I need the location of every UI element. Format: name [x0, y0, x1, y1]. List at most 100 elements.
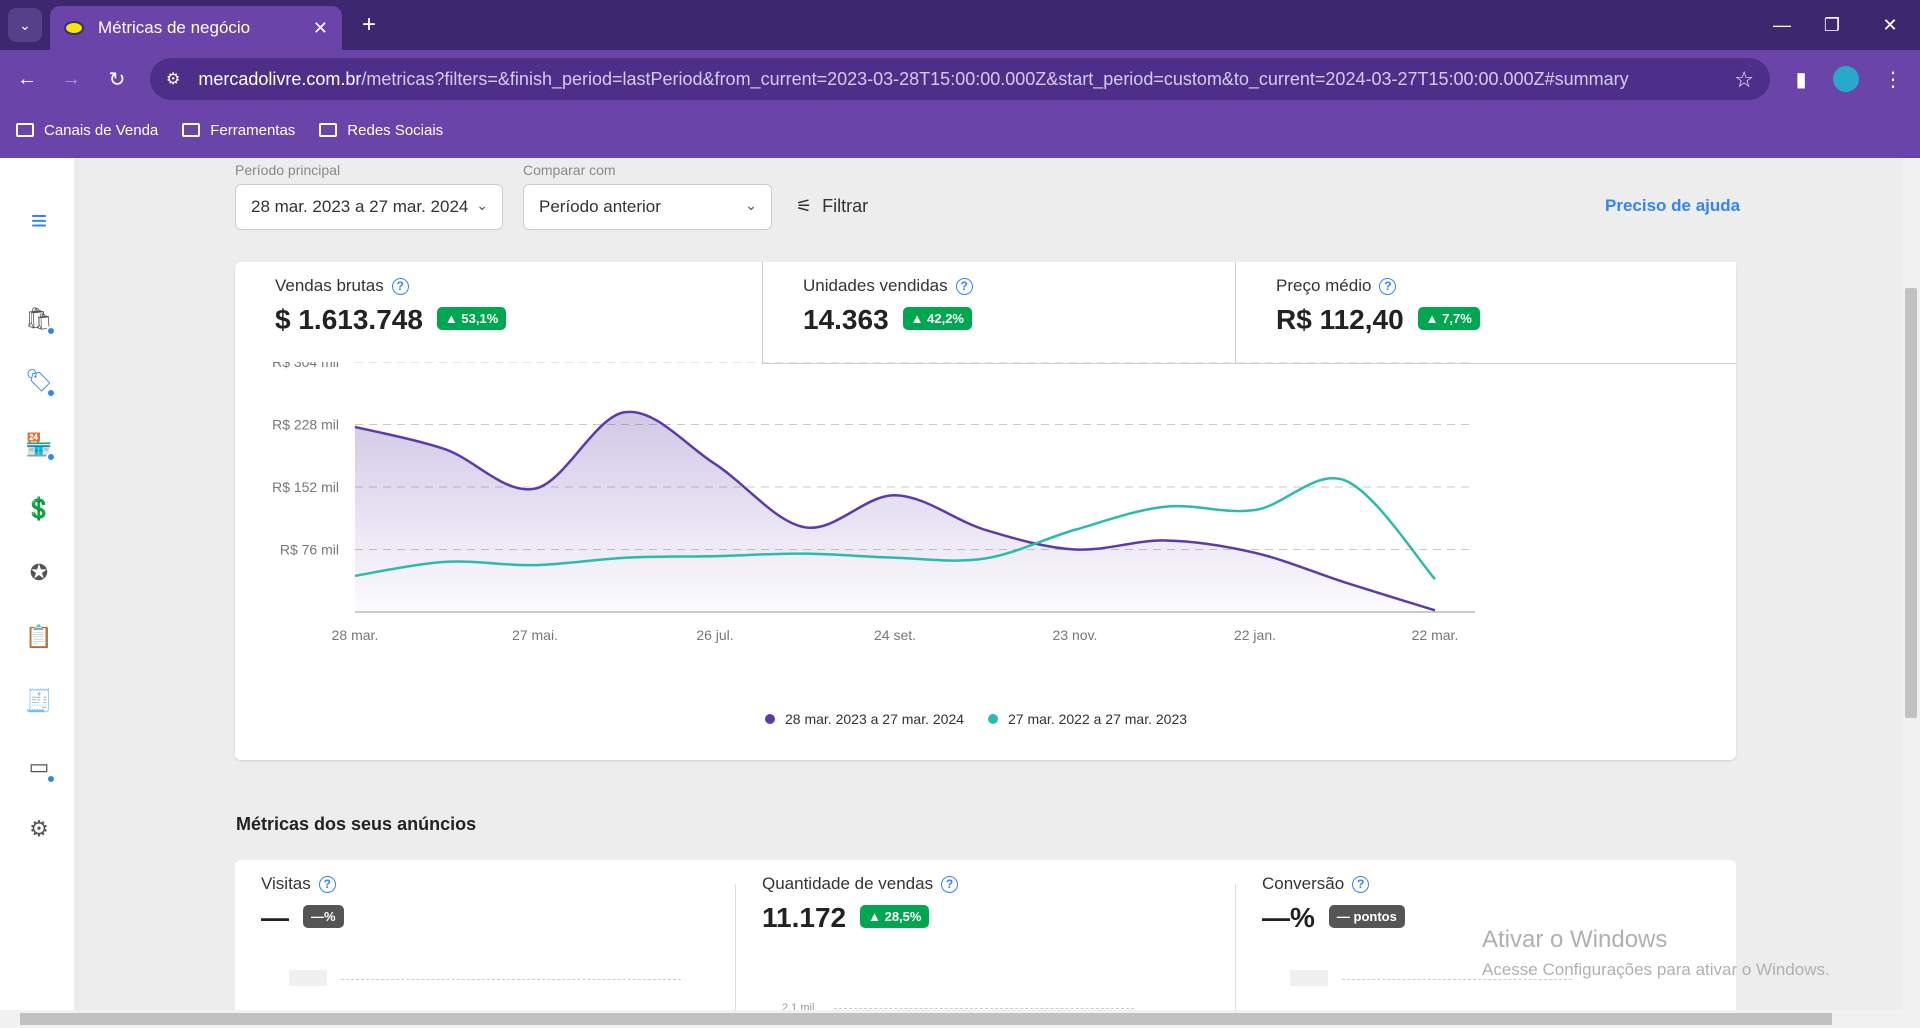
vertical-scroll-thumb[interactable] [1905, 288, 1917, 718]
forward-button[interactable]: → [52, 60, 90, 98]
notification-dot [46, 774, 56, 784]
back-button[interactable]: ← [8, 60, 46, 98]
minimize-button[interactable]: — [1762, 10, 1802, 40]
help-question-icon[interactable]: ? [318, 875, 336, 893]
main-period-label: Período principal [235, 162, 341, 178]
compare-select[interactable]: Período anterior ⌄ [523, 184, 772, 230]
main-period-select[interactable]: 28 mar. 2023 a 27 mar. 2024 ⌄ [235, 184, 503, 230]
x-tick-label: 22 jan. [1234, 627, 1276, 643]
metric-visitas[interactable]: Visitas? — —% [235, 860, 735, 1028]
metric-vendas-brutas[interactable]: Vendas brutas? $ 1.613.748 ▲ 53,1% [235, 262, 763, 364]
metric-label: Conversão [1262, 874, 1345, 893]
x-tick-label: 28 mar. [332, 627, 379, 643]
legend-dot [765, 714, 775, 724]
x-tick-label: 23 nov. [1053, 627, 1098, 643]
metric-conversao[interactable]: Conversão? —% — pontos [1235, 874, 1736, 1028]
change-badge: ▲ 53,1% [436, 307, 507, 331]
bookmark-star-icon[interactable]: ☆ [1734, 67, 1754, 93]
bookmark-canais-de-venda[interactable]: Canais de Venda [16, 122, 158, 139]
tag-icon[interactable]: 🏷 [24, 366, 56, 398]
reload-button[interactable]: ↻ [98, 60, 136, 98]
change-badge: —% [303, 905, 344, 929]
tab-title: Métricas de negócio [98, 18, 251, 37]
store-icon[interactable]: 🏪 [24, 430, 56, 462]
shopping-bag-icon[interactable]: 🛍 [24, 304, 56, 336]
change-badge: ▲ 7,7% [1417, 307, 1480, 331]
help-question-icon[interactable]: ? [391, 277, 409, 295]
money-hand-icon[interactable]: 💲 [24, 494, 54, 524]
bookmarks-bar: Canais de Venda Ferramentas Redes Sociai… [0, 110, 467, 150]
windows-watermark-text: Acesse Configurações para ativar o Windo… [1482, 960, 1830, 979]
close-window-button[interactable]: ✕ [1870, 10, 1910, 40]
sliders-icon: ⚟ [796, 196, 813, 216]
browser-tab-bar: ⌄ Métricas de negócio ✕ + — ❐ ✕ [0, 0, 1920, 50]
vertical-scrollbar[interactable] [1902, 158, 1920, 1010]
help-question-icon[interactable]: ? [1352, 875, 1370, 893]
profile-avatar[interactable] [1833, 66, 1859, 92]
tab-search-button[interactable]: ⌄ [8, 8, 42, 42]
metric-value: — [261, 902, 289, 933]
new-tab-button[interactable]: + [352, 8, 386, 42]
windows-watermark-title: Ativar o Windows [1482, 926, 1668, 953]
close-tab-icon[interactable]: ✕ [313, 18, 328, 39]
menu-icon[interactable]: ⋮ [1874, 60, 1912, 98]
notification-dot [46, 452, 56, 462]
metric-label: Preço médio [1276, 276, 1372, 295]
filter-button[interactable]: ⚟ Filtrar [796, 196, 868, 217]
compare-label: Comparar com [523, 162, 616, 178]
folder-icon [16, 123, 34, 137]
browser-tab[interactable]: Métricas de negócio ✕ [50, 6, 342, 50]
sales-area-chart[interactable]: R$ 304 mil R$ 228 mil R$ 152 mil R$ 76 mil 2… [235, 362, 1736, 702]
settings-gear-icon[interactable]: ⚙ [24, 814, 54, 844]
legend-item-previous[interactable]: 27 mar. 2022 a 27 mar. 2023 [988, 711, 1187, 727]
chart-placeholder [289, 970, 327, 986]
bookmark-redes-sociais[interactable]: Redes Sociais [319, 122, 443, 139]
legend-dot [988, 714, 999, 724]
browser-toolbar: ← → ↻ ⚙ mercadolivre.com.br/metricas?fil… [0, 50, 1920, 158]
bookmark-ferramentas[interactable]: Ferramentas [182, 122, 295, 139]
video-icon[interactable]: ▭ [24, 752, 56, 784]
help-question-icon[interactable]: ? [941, 875, 959, 893]
notification-dot [46, 326, 56, 336]
legend-item-current[interactable]: 28 mar. 2023 a 27 mar. 2024 [765, 711, 964, 727]
site-info-icon[interactable]: ⚙ [166, 69, 180, 89]
change-badge: — pontos [1328, 905, 1405, 929]
sidebar: ≡ 🛍 🏷 🏪 💲 ✪ 📋 🧾 ▭ ⚙ [0, 158, 74, 1028]
restore-button[interactable]: ❐ [1812, 10, 1852, 40]
receipt-icon[interactable]: 🧾 [24, 686, 54, 716]
star-badge-icon[interactable]: ✪ [24, 558, 54, 588]
metric-unidades-vendidas[interactable]: Unidades vendidas? 14.363 ▲ 42,2% [762, 262, 1236, 364]
horizontal-scroll-thumb[interactable] [20, 1013, 1832, 1025]
change-badge: ▲ 42,2% [902, 307, 972, 331]
y-tick-label: R$ 304 mil [272, 362, 339, 370]
metric-value: 11.172 [762, 902, 847, 933]
y-tick-label: R$ 152 mil [272, 479, 339, 495]
y-tick-label: R$ 76 mil [280, 542, 339, 558]
menu-hamburger-icon[interactable]: ≡ [24, 205, 54, 236]
help-link[interactable]: Preciso de ajuda [1605, 196, 1740, 216]
metric-value: —% [1262, 902, 1315, 933]
horizontal-scrollbar[interactable] [0, 1010, 1920, 1028]
metric-label: Quantidade de vendas [762, 874, 934, 893]
address-bar[interactable]: ⚙ mercadolivre.com.br/metricas?filters=&… [150, 58, 1770, 100]
series-area-current [355, 411, 1435, 612]
side-panel-icon[interactable]: ▮ [1782, 60, 1820, 98]
notification-dot [46, 388, 56, 398]
y-tick-label: R$ 228 mil [272, 417, 339, 433]
metric-value: $ 1.613.748 [275, 304, 423, 335]
chevron-down-icon: ⌄ [476, 197, 488, 213]
metric-preco-medio[interactable]: Preço médio? R$ 112,40 ▲ 7,7% [1235, 262, 1736, 364]
x-tick-label: 24 set. [874, 627, 916, 643]
checklist-icon[interactable]: 📋 [24, 622, 54, 652]
x-tick-label: 22 mar. [1412, 627, 1459, 643]
help-question-icon[interactable]: ? [955, 277, 973, 295]
metric-value: 14.363 [803, 304, 889, 335]
summary-card: Vendas brutas? $ 1.613.748 ▲ 53,1% Unidad… [235, 262, 1736, 760]
x-tick-label: 27 mai. [512, 627, 558, 643]
chevron-down-icon: ⌄ [745, 197, 757, 213]
change-badge: ▲ 28,5% [860, 905, 930, 929]
help-question-icon[interactable]: ? [1379, 277, 1397, 295]
metric-quantidade-vendas[interactable]: Quantidade de vendas? 11.172 ▲ 28,5% 2,1 … [735, 874, 1235, 1028]
url-domain: mercadolivre.com.br [198, 68, 362, 89]
metric-label: Vendas brutas [275, 276, 384, 295]
